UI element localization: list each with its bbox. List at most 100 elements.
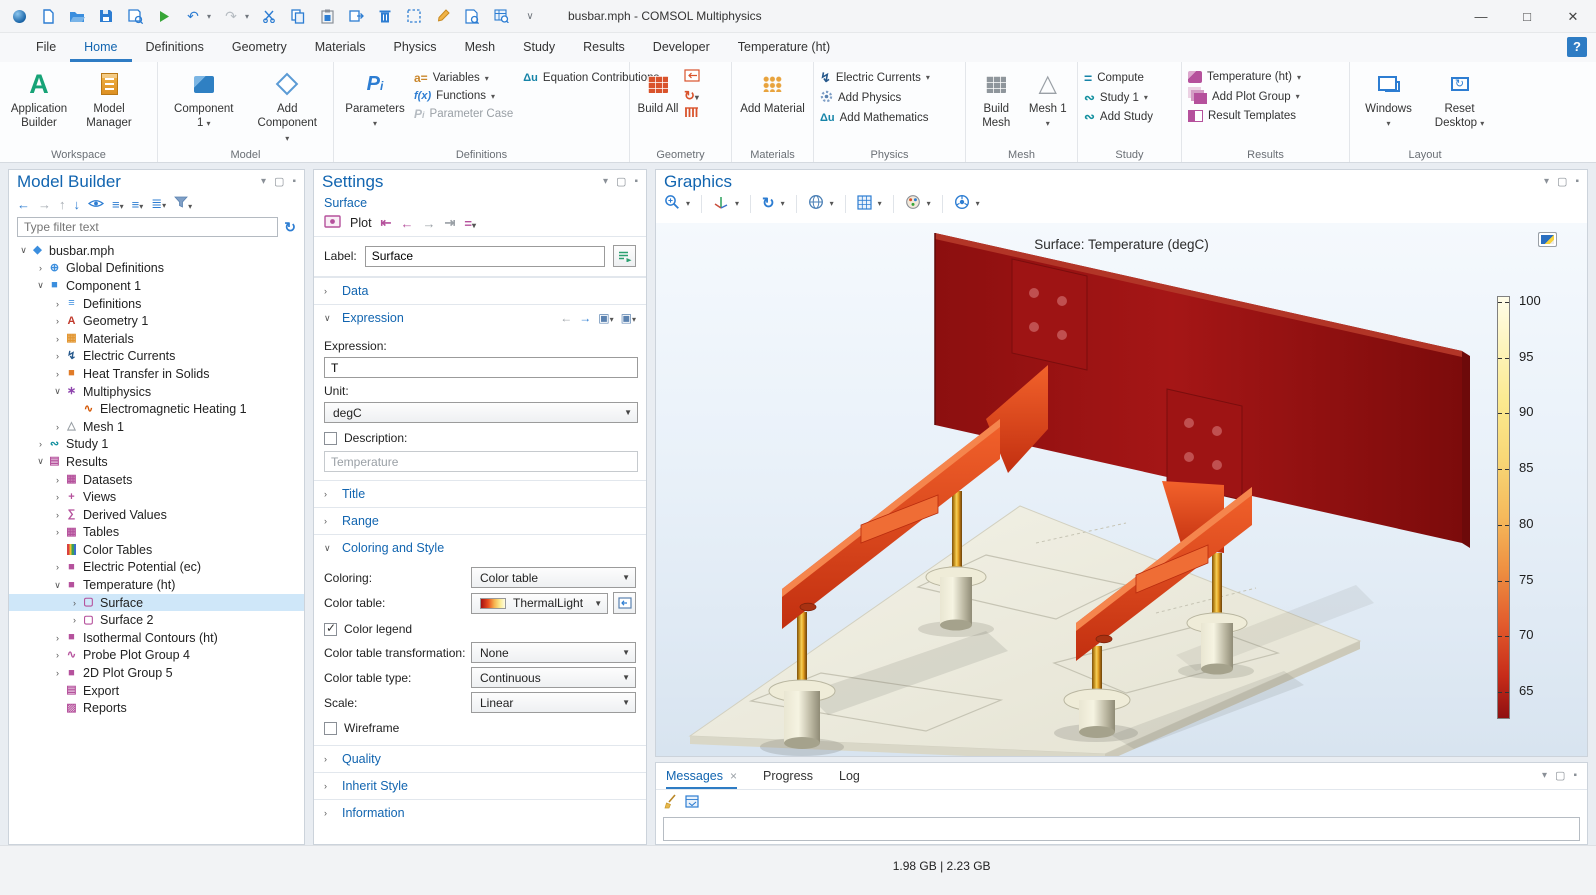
section-information[interactable]: ›Information (314, 799, 646, 826)
new-file-icon[interactable] (39, 7, 57, 25)
plot-in-icon[interactable]: =▾ (464, 216, 476, 231)
tree-item-datasets[interactable]: ›▦Datasets (9, 471, 304, 489)
tree-filter-input[interactable] (17, 217, 278, 237)
collapse-arrow-icon[interactable]: ∨ (17, 245, 30, 256)
expand-arrow-icon[interactable]: › (51, 299, 64, 309)
grid-caret-icon[interactable]: ▾ (878, 199, 882, 208)
expand-arrow-icon[interactable]: › (51, 475, 64, 485)
geometry-sequence-icon[interactable] (684, 106, 700, 122)
wireframe-checkbox[interactable] (324, 722, 337, 735)
panel-pin-icon[interactable]: ▪ (292, 177, 296, 187)
expand-arrow-icon[interactable]: › (51, 510, 64, 520)
show-icon[interactable] (88, 197, 104, 212)
tab-messages[interactable]: Messages× (666, 763, 737, 789)
zoom-caret-icon[interactable]: ▾ (686, 199, 690, 208)
expand-arrow-icon[interactable]: › (51, 334, 64, 344)
save-icon[interactable] (97, 7, 115, 25)
expand-arrow-icon[interactable]: › (51, 562, 64, 572)
save-search-icon[interactable] (126, 7, 144, 25)
section-data[interactable]: ›Data (314, 277, 646, 304)
tree-item-views[interactable]: ›+Views (9, 488, 304, 506)
add-material-button[interactable]: Add Material (740, 65, 806, 116)
panel-float-icon[interactable]: ▢ (616, 177, 626, 188)
filter-icon[interactable]: ▾ (174, 196, 192, 212)
tree-item-2d-plot-group-5[interactable]: ›■2D Plot Group 5 (9, 664, 304, 682)
expand-arrow-icon[interactable]: › (51, 369, 64, 379)
color-legend-checkbox[interactable] (324, 623, 337, 636)
scene-color-caret-icon[interactable]: ▾ (927, 199, 931, 208)
node-grouping-icon[interactable]: ≣▾ (151, 196, 166, 212)
tree-item-multiphysics[interactable]: ∨∗Multiphysics (9, 383, 304, 401)
tab-definitions[interactable]: Definitions (132, 33, 218, 62)
coloring-select[interactable]: Color table▼ (471, 567, 636, 588)
grid-icon[interactable] (857, 195, 872, 213)
collapse-all-icon[interactable]: ≡▾ (132, 197, 144, 212)
copy-icon[interactable] (289, 7, 307, 25)
section-quality[interactable]: ›Quality (314, 745, 646, 772)
graphics-canvas[interactable]: Surface: Temperature (degC) 100959085807… (656, 223, 1587, 756)
parameters-button[interactable]: Pi Parameters▾ (340, 65, 410, 131)
tree-item-geometry-1[interactable]: ›AGeometry 1 (9, 312, 304, 330)
scene-view-icon[interactable] (808, 194, 824, 213)
redo-caret-icon[interactable]: ▾ (245, 12, 249, 21)
tab-progress[interactable]: Progress (763, 763, 813, 789)
tree-item-temperature-ht[interactable]: ∨■Temperature (ht) (9, 576, 304, 594)
move-up-icon[interactable]: ↑ (59, 197, 66, 212)
panel-float-icon[interactable]: ▢ (274, 177, 284, 188)
clear-messages-icon[interactable] (664, 794, 677, 812)
tree-item-busbar-mph[interactable]: ∨◆busbar.mph (9, 242, 304, 260)
zoom-icon[interactable] (664, 194, 680, 213)
panel-float-icon[interactable]: ▢ (1557, 177, 1567, 188)
insert-expression-icon[interactable]: ▣▾ (621, 311, 636, 325)
electric-currents-button[interactable]: ↯Electric Currents▾ (820, 71, 930, 84)
close-button[interactable]: ✕ (1550, 0, 1596, 33)
tab-physics[interactable]: Physics (379, 33, 450, 62)
copy-message-icon[interactable] (685, 795, 700, 812)
expand-arrow-icon[interactable]: › (51, 650, 64, 660)
tree-item-definitions[interactable]: ›≡Definitions (9, 295, 304, 313)
panel-menu-icon[interactable]: ▾ (603, 177, 608, 187)
description-checkbox[interactable] (324, 432, 337, 445)
back-icon[interactable]: ← (17, 197, 30, 212)
rename-button[interactable] (613, 245, 636, 267)
tab-temperature-ht[interactable]: Temperature (ht) (724, 33, 844, 62)
color-table-transformation-select[interactable]: None▼ (471, 642, 636, 663)
select-box-icon[interactable] (405, 7, 423, 25)
expand-arrow-icon[interactable]: › (68, 598, 81, 608)
plot-next-icon[interactable]: → (422, 216, 435, 231)
find-in-doc-icon[interactable] (463, 7, 481, 25)
help-button[interactable]: ? (1567, 37, 1587, 57)
expand-arrow-icon[interactable]: › (51, 316, 64, 326)
section-coloring-style[interactable]: ∨Coloring and Style (314, 534, 646, 561)
tree-item-probe-plot-group-4[interactable]: ›∿Probe Plot Group 4 (9, 647, 304, 665)
plot-thumbnail-icon[interactable] (1538, 232, 1557, 247)
tree-item-mesh-1[interactable]: ›△Mesh 1 (9, 418, 304, 436)
panel-pin-icon[interactable]: ▪ (1573, 771, 1577, 781)
compute-button[interactable]: =Compute (1084, 71, 1153, 85)
functions-button[interactable]: f(x)Functions▾ (414, 90, 513, 102)
collapse-arrow-icon[interactable]: ∨ (34, 280, 47, 291)
add-physics-button[interactable]: Add Physics (820, 90, 930, 106)
panel-pin-icon[interactable]: ▪ (1575, 177, 1579, 187)
tree-item-export[interactable]: ▤Export (9, 682, 304, 700)
panel-menu-icon[interactable]: ▾ (261, 177, 266, 187)
screenshot-icon[interactable] (954, 194, 970, 213)
temperature-ht-plot-button[interactable]: Temperature (ht)▾ (1188, 71, 1301, 83)
paste-icon[interactable] (318, 7, 336, 25)
tree-item-tables[interactable]: ›▦Tables (9, 524, 304, 542)
axis-orientation-icon[interactable] (713, 195, 729, 213)
expr-prev-icon[interactable]: ← (560, 311, 572, 325)
add-component-button[interactable]: Add Component ▾ (254, 65, 320, 145)
expand-arrow-icon[interactable]: › (51, 422, 64, 432)
section-range[interactable]: ›Range (314, 507, 646, 534)
section-inherit-style[interactable]: ›Inherit Style (314, 772, 646, 799)
mesh-1-button[interactable]: △ Mesh 1 ▾ (1026, 65, 1070, 131)
screenshot-caret-icon[interactable]: ▾ (976, 199, 980, 208)
panel-pin-icon[interactable]: ▪ (634, 177, 638, 187)
plot-first-icon[interactable]: ⇤ (381, 215, 392, 231)
undo-caret-icon[interactable]: ▾ (207, 12, 211, 21)
tab-log[interactable]: Log (839, 763, 860, 789)
duplicate-icon[interactable] (347, 7, 365, 25)
rotate-caret-icon[interactable]: ▾ (781, 199, 785, 208)
add-mathematics-button[interactable]: ΔuAdd Mathematics (820, 112, 930, 124)
